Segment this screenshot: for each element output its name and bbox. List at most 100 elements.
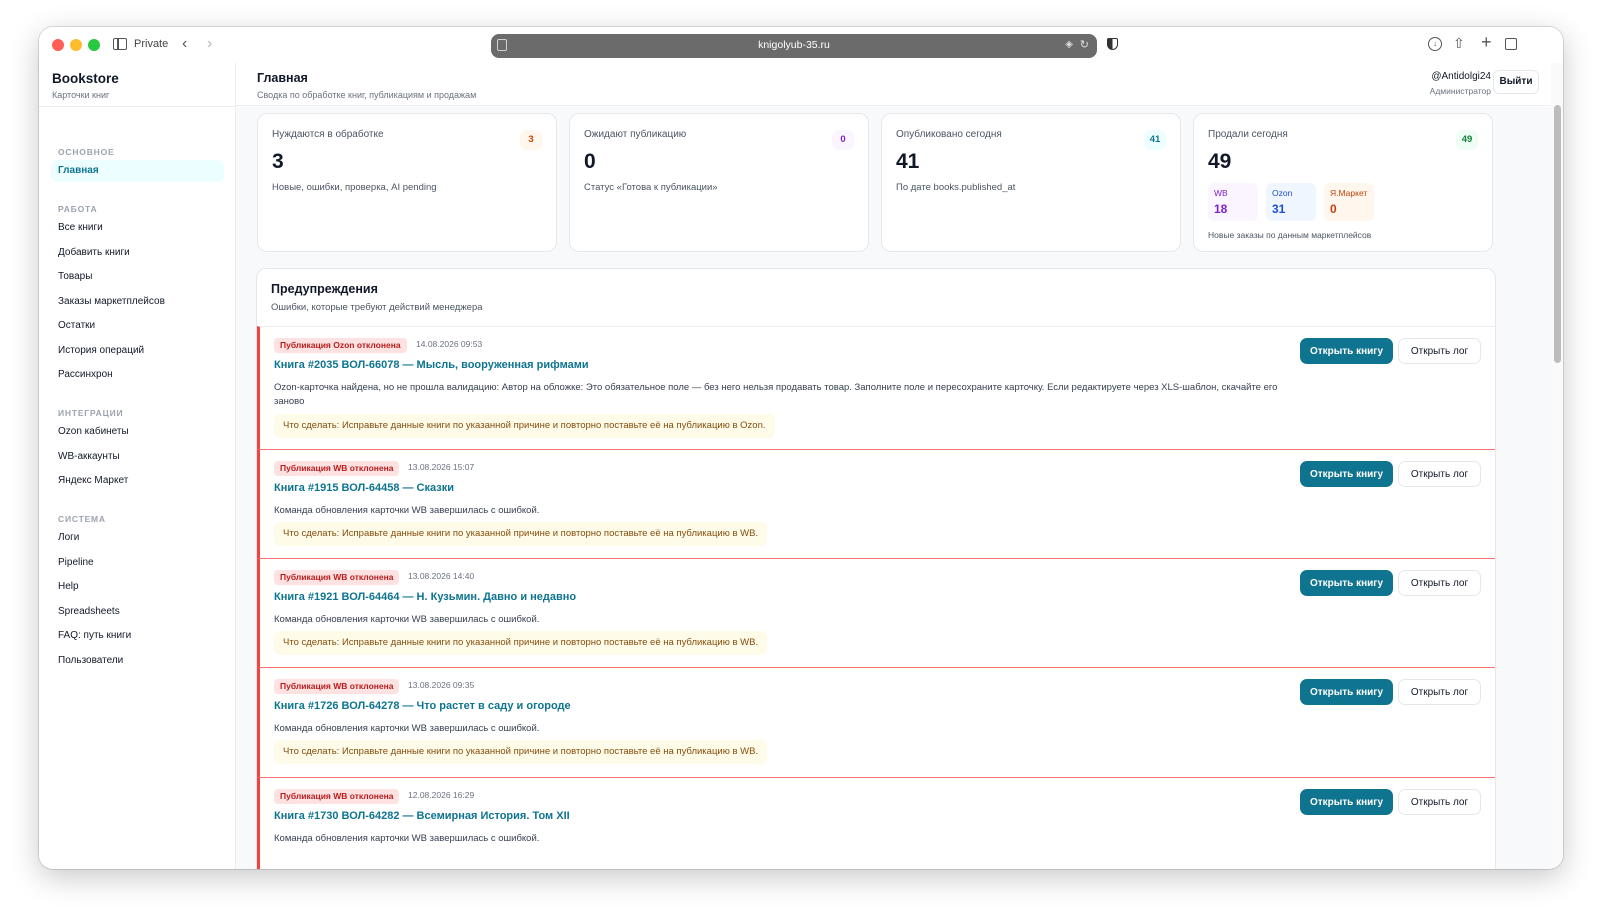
translate-icon[interactable]: ◈ [1065, 39, 1073, 50]
warning-item: Публикация WB отклонена 13.08.2026 15:07 К… [257, 449, 1495, 558]
marketplace-value: 0 [1330, 202, 1337, 216]
stat-label: Нуждаются в обработке [272, 129, 384, 140]
close-window-button[interactable] [52, 39, 64, 51]
divider [39, 106, 235, 107]
book-link[interactable]: Книга #1726 ВОЛ-64278 — Что растет в сад… [274, 700, 571, 712]
browser-window: Private ‹ › knigolyub-35.ru ◈ ↻ ↓ ⇧ + Bo… [39, 27, 1563, 869]
marketplace-box: Ozon 31 [1266, 183, 1316, 221]
open-log-button[interactable]: Открыть лог [1398, 461, 1481, 487]
scrollbar[interactable] [1551, 63, 1563, 869]
error-badge: Публикация WB отклонена [274, 461, 400, 476]
error-badge: Публикация Ozon отклонена [274, 338, 407, 353]
scrollbar-thumb[interactable] [1554, 105, 1561, 363]
error-badge: Публикация WB отклонена [274, 679, 400, 694]
warnings-title: Предупреждения [271, 282, 378, 296]
app-sidebar: Bookstore Карточки книг ОСНОВНОЕ Главная Р… [39, 63, 236, 869]
minimize-window-button[interactable] [70, 39, 82, 51]
sidebar-item[interactable]: Товары [51, 266, 224, 288]
stat-card: Нуждаются в обработке 3 3 Новые, ошибки, пр… [257, 113, 557, 252]
todo-hint: Что сделать: Исправьте данные книги по у… [274, 631, 768, 655]
sidebar-item[interactable]: Spreadsheets [51, 601, 224, 623]
user-role: Администратор [1429, 86, 1491, 96]
todo-hint: Что сделать: Исправьте данные книги по у… [274, 522, 768, 546]
page-subtitle: Сводка по обработке книг, публикациям и … [257, 90, 477, 100]
todo-hint: Что сделать: Исправьте данные книги по у… [274, 740, 768, 764]
shield-icon[interactable] [1107, 38, 1118, 50]
sidebar-item[interactable]: Pipeline [51, 552, 224, 574]
open-book-button[interactable]: Открыть книгу [1300, 338, 1393, 364]
reload-icon[interactable]: ↻ [1080, 38, 1089, 51]
book-link[interactable]: Книга #1730 ВОЛ-64282 — Всемирная Истори… [274, 810, 570, 822]
sidebar-toggle-icon[interactable] [113, 38, 127, 50]
open-book-button[interactable]: Открыть книгу [1300, 679, 1393, 705]
book-link[interactable]: Книга #1915 ВОЛ-64458 — Сказки [274, 482, 454, 494]
address-bar[interactable]: knigolyub-35.ru ◈ ↻ [491, 34, 1097, 58]
stat-count-badge: 0 [832, 130, 854, 150]
page-title: Главная [257, 71, 308, 85]
logout-button[interactable]: Выйти [1493, 70, 1539, 94]
warning-timestamp: 13.08.2026 09:35 [408, 680, 475, 690]
back-icon[interactable]: ‹ [182, 34, 187, 54]
warning-item: Публикация Ozon отклонена 14.08.2026 09:5… [257, 326, 1495, 449]
maximize-window-button[interactable] [88, 39, 100, 51]
open-book-button[interactable]: Открыть книгу [1300, 461, 1393, 487]
sidebar-item[interactable]: Рассинхрон [51, 364, 224, 386]
sidebar-item[interactable]: Help [51, 576, 224, 598]
marketplace-value: 18 [1214, 202, 1228, 216]
sidebar-item[interactable]: Все книги [51, 217, 224, 239]
sidebar-item[interactable]: Остатки [51, 315, 224, 337]
warning-item: Публикация WB отклонена 12.08.2026 16:29 К… [257, 777, 1495, 869]
warning-timestamp: 14.08.2026 09:53 [416, 339, 483, 349]
stat-count-badge: 49 [1456, 130, 1478, 150]
brand-subtitle: Карточки книг [52, 90, 110, 100]
open-log-button[interactable]: Открыть лог [1398, 679, 1481, 705]
open-book-button[interactable]: Открыть книгу [1300, 570, 1393, 596]
marketplace-box: Я.Маркет 0 [1324, 183, 1374, 221]
tab-overview-icon[interactable] [1505, 38, 1517, 50]
sidebar-item[interactable]: Добавить книги [51, 242, 224, 264]
open-book-button[interactable]: Открыть книгу [1300, 789, 1393, 815]
stat-card: Продали сегодня 49 49 WB 18 Ozon 31 Я.Маркет 0 Но… [1193, 113, 1493, 252]
nav-section-label: СИСТЕМА [58, 514, 106, 524]
book-link[interactable]: Книга #2035 ВОЛ-66078 — Мысль, вооруженн… [274, 359, 589, 371]
stat-value: 3 [272, 150, 284, 173]
warning-item: Публикация WB отклонена 13.08.2026 09:35 К… [257, 667, 1495, 777]
sidebar-item[interactable]: Логи [51, 527, 224, 549]
warning-message: Команда обновления карточки WB завершила… [274, 505, 540, 516]
sidebar-item[interactable]: Заказы маркетплейсов [51, 291, 224, 313]
sidebar-item[interactable]: Пользователи [51, 650, 224, 672]
warning-timestamp: 13.08.2026 14:40 [408, 571, 475, 581]
main-content: Предупреждения Ошибки, которые требуют д… [236, 107, 1551, 869]
error-badge: Публикация WB отклонена [274, 570, 400, 585]
warning-message: Команда обновления карточки WB завершила… [274, 614, 540, 625]
nav-section-label: ОСНОВНОЕ [58, 147, 115, 157]
sidebar-item[interactable]: WB-аккаунты [51, 446, 224, 468]
stat-count-badge: 41 [1144, 130, 1166, 150]
open-log-button[interactable]: Открыть лог [1398, 570, 1481, 596]
stat-description: Новые, ошибки, проверка, AI pending [272, 182, 437, 193]
open-log-button[interactable]: Открыть лог [1398, 338, 1481, 364]
sidebar-item[interactable]: FAQ: путь книги [51, 625, 224, 647]
open-log-button[interactable]: Открыть лог [1398, 789, 1481, 815]
warnings-panel: Предупреждения Ошибки, которые требуют д… [256, 268, 1496, 869]
download-icon[interactable]: ↓ [1428, 37, 1442, 51]
page-header: Главная Сводка по обработке книг, публик… [236, 63, 1551, 106]
sidebar-item[interactable]: История операций [51, 340, 224, 362]
share-icon[interactable]: ⇧ [1453, 35, 1465, 52]
browser-toolbar: Private ‹ › knigolyub-35.ru ◈ ↻ ↓ ⇧ + [39, 27, 1563, 63]
sidebar-item[interactable]: Главная [51, 160, 224, 182]
marketplace-box: WB 18 [1208, 183, 1258, 221]
forward-icon[interactable]: › [207, 34, 212, 54]
warnings-subtitle: Ошибки, которые требуют действий менедже… [271, 302, 483, 313]
user-name: @Antidolgi24 [1431, 71, 1491, 82]
book-link[interactable]: Книга #1921 ВОЛ-64464 — Н. Кузьмин. Давн… [274, 591, 576, 603]
stat-label: Опубликовано сегодня [896, 129, 1002, 140]
new-tab-icon[interactable]: + [1481, 32, 1492, 53]
sidebar-item[interactable]: Ozon кабинеты [51, 421, 224, 443]
stat-description: Статус «Готова к публикации» [584, 182, 718, 193]
marketplace-name: Ozon [1272, 188, 1293, 198]
sidebar-item[interactable]: Яндекс Маркет [51, 470, 224, 492]
stat-value: 0 [584, 150, 596, 173]
warning-message: Команда обновления карточки WB завершила… [274, 723, 540, 734]
stat-card: Ожидают публикацию 0 0 Статус «Готова к пуб… [569, 113, 869, 252]
